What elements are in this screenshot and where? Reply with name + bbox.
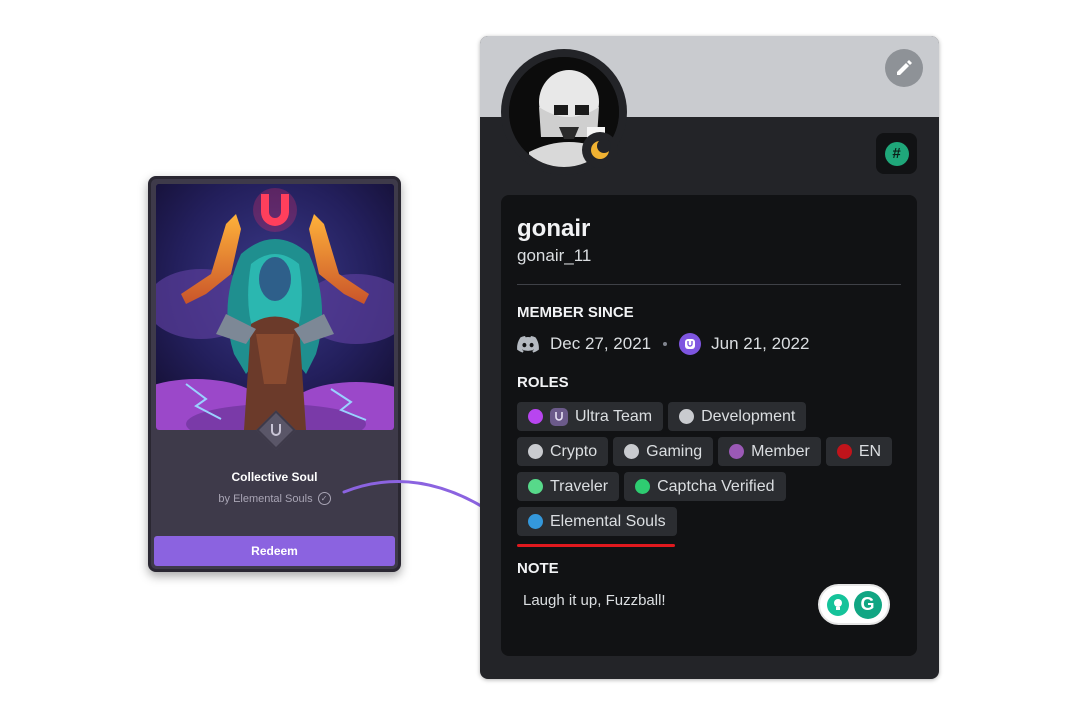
highlight-underline xyxy=(517,544,675,547)
status-indicator xyxy=(582,132,618,168)
profile-body: gonair gonair_11 MEMBER SINCE Dec 27, 20… xyxy=(501,195,917,656)
role-color-dot xyxy=(528,444,543,459)
member-since-heading: MEMBER SINCE xyxy=(517,304,634,321)
username: gonair_11 xyxy=(517,246,592,265)
role-label: Gaming xyxy=(646,442,703,460)
role-color-dot xyxy=(729,444,745,459)
role-pill-gaming[interactable]: Gaming xyxy=(613,437,714,466)
role-pill-elemental-souls[interactable]: Elemental Souls xyxy=(517,507,677,536)
role-color-dot xyxy=(528,479,543,494)
hashtag-icon: # xyxy=(884,141,909,166)
role-label: EN xyxy=(858,442,882,460)
role-pill-member[interactable]: Member xyxy=(718,437,821,466)
role-label: Traveler xyxy=(550,477,609,495)
redeem-button[interactable]: Redeem xyxy=(154,536,395,566)
edit-profile-button[interactable] xyxy=(885,49,923,87)
divider xyxy=(517,284,901,285)
grammarly-widget[interactable]: G xyxy=(820,586,888,623)
grammarly-icon[interactable]: G xyxy=(853,590,882,619)
verified-check-icon: ✓ xyxy=(317,492,331,505)
role-color-dot xyxy=(836,444,852,459)
nft-artwork xyxy=(156,184,394,430)
role-label: Captcha Verified xyxy=(657,477,775,495)
role-color-dot xyxy=(624,444,640,459)
role-color-dot xyxy=(635,479,651,494)
ultra-role-icon xyxy=(550,407,568,426)
profile-popout: # gonair gonair_11 MEMBER SINCE Dec 27, … xyxy=(480,36,939,679)
role-pill-captcha-verified[interactable]: Captcha Verified xyxy=(624,472,786,501)
role-color-dot xyxy=(528,514,543,529)
role-pill-development[interactable]: Development xyxy=(668,402,807,431)
display-name: gonair xyxy=(517,215,591,242)
discord-join-date: Dec 27, 2021 xyxy=(550,334,652,353)
roles-heading: ROLES xyxy=(517,374,569,391)
discord-icon xyxy=(517,335,539,353)
role-label: Member xyxy=(751,442,810,460)
nft-creator-label: by Elemental Souls xyxy=(218,492,313,505)
lightbulb-icon[interactable] xyxy=(826,593,849,616)
role-label: Elemental Souls xyxy=(550,512,666,530)
ultra-logo-icon xyxy=(679,333,702,355)
role-pill-en[interactable]: EN xyxy=(825,437,893,466)
role-label: Crypto xyxy=(550,442,598,460)
member-since-row: Dec 27, 2021 Jun 21, 2022 xyxy=(517,332,809,356)
roles-list: Ultra Team Development Crypto Gaming Mem… xyxy=(517,402,901,542)
ultra-badge-icon xyxy=(267,421,285,439)
role-label: Development xyxy=(701,407,796,425)
separator-dot xyxy=(663,342,668,346)
note-heading: NOTE xyxy=(517,560,559,577)
role-pill-crypto[interactable]: Crypto xyxy=(517,437,609,466)
role-label: Ultra Team xyxy=(575,407,653,425)
role-color-dot xyxy=(528,409,543,424)
role-pill-ultra-team[interactable]: Ultra Team xyxy=(517,402,664,431)
moon-icon xyxy=(591,139,611,159)
role-color-dot xyxy=(679,409,695,424)
role-pill-traveler[interactable]: Traveler xyxy=(517,472,620,501)
server-join-date: Jun 21, 2022 xyxy=(711,334,810,353)
server-tag-badge[interactable]: # xyxy=(876,133,917,174)
note-text[interactable]: Laugh it up, Fuzzball! xyxy=(523,592,666,609)
pencil-icon xyxy=(897,60,912,75)
